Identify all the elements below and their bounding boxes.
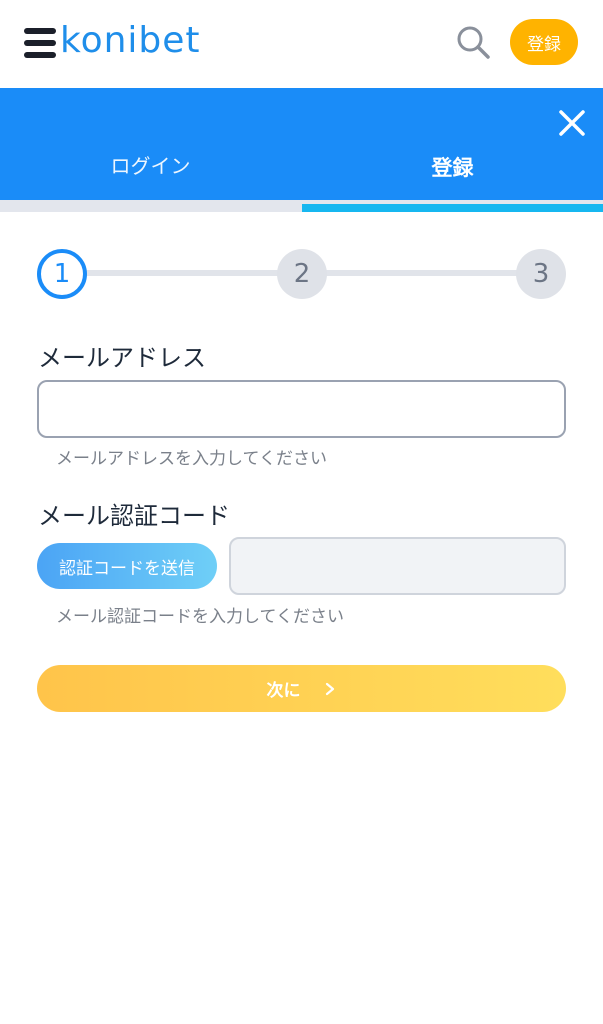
step-2: 2 xyxy=(277,249,327,299)
search-icon[interactable] xyxy=(455,24,491,60)
next-button[interactable]: 次に xyxy=(37,665,566,712)
chevron-right-icon xyxy=(325,682,334,695)
tab-login[interactable]: ログイン xyxy=(0,150,301,179)
hamburger-menu-icon[interactable] xyxy=(24,27,56,59)
stepper-connector xyxy=(324,270,520,276)
email-label: メールアドレス xyxy=(38,344,206,372)
step-1: 1 xyxy=(37,249,87,299)
verification-code-field[interactable] xyxy=(229,537,566,595)
auth-tab-header xyxy=(0,88,603,200)
stepper-connector xyxy=(84,270,280,276)
email-hint: メールアドレスを入力してください xyxy=(56,449,327,469)
top-bar: konibet 登録 xyxy=(0,0,603,88)
tab-underline xyxy=(0,200,302,212)
code-label: メール認証コード xyxy=(38,502,230,530)
tab-active-indicator xyxy=(302,204,603,212)
email-field[interactable] xyxy=(37,380,566,438)
close-icon[interactable] xyxy=(556,107,588,139)
header-register-button[interactable]: 登録 xyxy=(510,19,578,65)
brand-logo[interactable]: konibet xyxy=(60,20,201,61)
code-hint: メール認証コードを入力してください xyxy=(56,607,344,627)
step-3: 3 xyxy=(516,249,566,299)
tab-register[interactable]: 登録 xyxy=(302,152,603,182)
next-label: 次に xyxy=(266,681,301,701)
send-code-button[interactable]: 認証コードを送信 xyxy=(37,543,217,589)
